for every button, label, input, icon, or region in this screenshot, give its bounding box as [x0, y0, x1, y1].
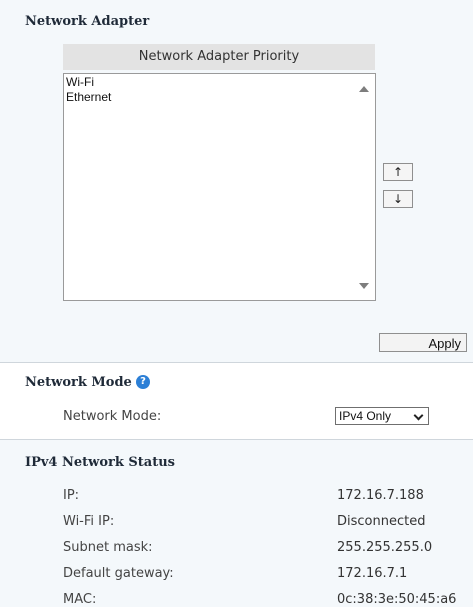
section-divider: [0, 439, 473, 440]
default-gateway-value: 172.16.7.1: [337, 566, 408, 581]
network-mode-heading: Network Mode: [25, 375, 132, 390]
move-down-button[interactable]: ↓: [383, 190, 413, 208]
list-item[interactable]: Wi-Fi: [66, 75, 94, 89]
chevron-down-icon: [413, 410, 424, 421]
help-icon[interactable]: ?: [136, 375, 150, 389]
section-divider: [0, 362, 473, 363]
subnet-mask-label: Subnet mask:: [63, 540, 153, 555]
scroll-down-arrow-icon[interactable]: [359, 283, 369, 289]
mac-label: MAC:: [63, 592, 97, 607]
network-mode-select[interactable]: IPv4 Only: [335, 407, 429, 425]
default-gateway-label: Default gateway:: [63, 566, 174, 581]
adapter-priority-list[interactable]: Wi-Fi Ethernet: [63, 73, 376, 301]
list-item[interactable]: Ethernet: [66, 90, 111, 104]
network-adapter-heading: Network Adapter: [25, 14, 150, 29]
network-mode-section: [0, 362, 473, 439]
wifi-ip-value: Disconnected: [337, 514, 426, 529]
move-up-button[interactable]: ↑: [383, 163, 413, 181]
wifi-ip-label: Wi-Fi IP:: [63, 514, 115, 529]
ipv4-status-heading: IPv4 Network Status: [25, 455, 175, 470]
network-mode-selected-value: IPv4 Only: [339, 409, 392, 423]
scroll-up-arrow-icon[interactable]: [359, 86, 369, 92]
network-mode-label: Network Mode:: [63, 409, 162, 424]
apply-button[interactable]: Apply: [379, 333, 467, 352]
adapter-priority-header: Network Adapter Priority: [63, 44, 375, 70]
subnet-mask-value: 255.255.255.0: [337, 540, 433, 555]
mac-value: 0c:38:3e:50:45:a6: [337, 592, 457, 607]
ip-label: IP:: [63, 488, 80, 503]
ip-value: 172.16.7.188: [337, 488, 424, 503]
